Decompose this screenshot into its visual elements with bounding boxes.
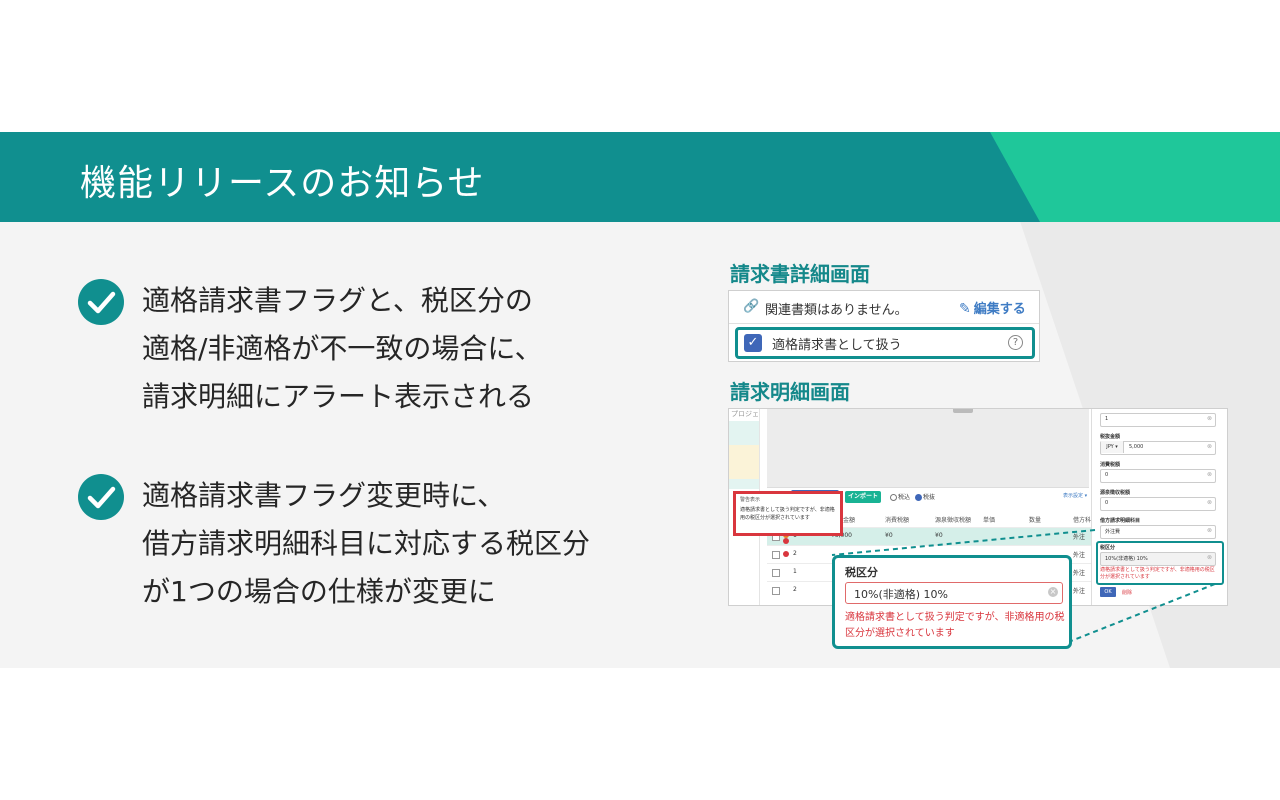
tax-category-error: 適格請求書として扱う判定ですが、非適格用の税区分が選択されています xyxy=(1100,567,1215,580)
warning-title: 警告表示 xyxy=(740,497,761,503)
tax-category-label: 税区分 xyxy=(1100,545,1116,551)
qualified-invoice-row: ✓ 適格請求書として扱う ? xyxy=(735,327,1035,359)
bullet-line: 請求明細にアラート表示される xyxy=(142,380,535,413)
error-icon xyxy=(783,538,789,544)
cell-account: 外注 xyxy=(1073,534,1086,541)
zoom-error-message: 適格請求書として扱う判定ですが、非適格用の税区分が選択されています xyxy=(845,612,1065,639)
detail-screen-heading: 請求書詳細画面 xyxy=(730,262,870,286)
edit-button[interactable]: ✎ 編集する xyxy=(959,298,1026,317)
preview-handle[interactable] xyxy=(953,409,973,413)
currency-select[interactable]: JPY ▾ xyxy=(1101,441,1124,453)
bullet-text: 適格請求書フラグと、税区分の 適格/非適格が不一致の場合に、 請求明細にアラート… xyxy=(142,277,682,421)
tax-category-value: 10%(非適格) 10% xyxy=(1105,556,1148,562)
amount-label: 税抜金額 xyxy=(1100,434,1121,440)
withholding-value: 0 xyxy=(1105,500,1109,506)
warning-callout: 警告表示 適格請求書として扱う判定ですが、非適格用の税区分が選択されています xyxy=(733,491,843,536)
edit-label: 編集する xyxy=(973,302,1026,317)
bullet-text: 適格請求書フラグ変更時に、 借方請求明細科目に対応する税区分 が1つの場合の仕様… xyxy=(142,472,682,616)
clear-icon[interactable]: ⊗ xyxy=(1207,443,1212,450)
quantity-field[interactable]: 1 ⊗ xyxy=(1100,413,1216,427)
invoice-detail-screenshot: 🔗 関連書類はありません。 ✎ 編集する ✓ 適格請求書として扱う ? xyxy=(728,290,1040,362)
account-select[interactable]: 外注費 ⊗ xyxy=(1100,525,1216,539)
announcement-slide: 機能リリースのお知らせ 適格請求書フラグと、税区分の 適格/非適格が不一致の場合… xyxy=(0,132,1280,668)
row-checkbox[interactable] xyxy=(772,551,780,559)
tax-mode-radio-group: 税込 税抜 xyxy=(887,492,935,501)
row-number: 1 xyxy=(793,568,797,575)
tax-label: 消費税額 xyxy=(1100,462,1121,468)
side-row xyxy=(729,421,759,445)
amount-value: 5,000 xyxy=(1129,444,1144,450)
help-icon[interactable]: ? xyxy=(1008,335,1023,350)
bullet-line: 適格/非適格が不一致の場合に、 xyxy=(142,332,543,365)
qualified-invoice-label: 適格請求書として扱う xyxy=(772,338,902,353)
cell-tax: ¥0 xyxy=(885,532,893,539)
slide-title: 機能リリースのお知らせ xyxy=(80,163,485,204)
document-preview xyxy=(767,409,1089,488)
tax-category-zoom: 税区分 10%(非適格) 10% × 適格請求書として扱う判定ですが、非適格用の… xyxy=(832,555,1072,649)
clear-icon[interactable]: ⊗ xyxy=(1207,471,1212,478)
side-row xyxy=(729,445,759,479)
radio-tax-included[interactable] xyxy=(890,494,897,501)
link-icon: 🔗 xyxy=(743,299,760,314)
cell-account: 外注 xyxy=(1073,570,1086,577)
row-checkbox[interactable] xyxy=(772,569,780,577)
row-number: 2 xyxy=(793,550,797,557)
import-button[interactable]: インポート xyxy=(845,491,881,503)
zoom-tax-category-select[interactable]: 10%(非適格) 10% × xyxy=(845,582,1063,604)
line-edit-panel: 1 ⊗ 税抜金額 JPY ▾ 5,000 ⊗ 消費税額 0 ⊗ 源泉徴収税額 0… xyxy=(1091,409,1226,605)
cell-account: 外注 xyxy=(1073,588,1086,595)
side-column-label: プロジェ xyxy=(731,410,759,418)
clear-icon[interactable]: ⊗ xyxy=(1207,415,1212,422)
column-header: 消費税額 xyxy=(885,517,910,524)
bullet-line: が1つの場合の仕様が変更に xyxy=(142,575,496,608)
display-settings-link[interactable]: 表示設定 ▾ xyxy=(1063,492,1087,499)
clear-icon[interactable]: × xyxy=(1048,587,1058,597)
cell-account: 外注 xyxy=(1073,552,1086,559)
delete-link[interactable]: 削除 xyxy=(1122,589,1132,596)
column-header: 数量 xyxy=(1029,517,1042,524)
account-label: 借方請求明細科目 xyxy=(1100,518,1141,524)
withholding-label: 源泉徴収税額 xyxy=(1100,490,1131,496)
lines-screen-heading: 請求明細画面 xyxy=(730,380,850,404)
withholding-field[interactable]: 0 ⊗ xyxy=(1100,497,1216,511)
clear-icon[interactable]: ⊗ xyxy=(1207,499,1212,506)
row-checkbox[interactable] xyxy=(772,587,780,595)
check-circle-icon xyxy=(78,474,124,520)
zoom-tax-category-value: 10%(非適格) 10% xyxy=(854,588,948,601)
quantity-value: 1 xyxy=(1105,416,1109,422)
radio-tax-included-label: 税込 xyxy=(898,494,911,501)
radio-tax-excluded[interactable] xyxy=(914,494,922,501)
title-banner: 機能リリースのお知らせ xyxy=(0,132,1280,222)
bullet-line: 適格請求書フラグ変更時に、 xyxy=(142,479,506,512)
clear-icon[interactable]: ⊗ xyxy=(1207,527,1212,534)
bullet-line: 借方請求明細科目に対応する税区分 xyxy=(142,527,591,560)
tax-value: 0 xyxy=(1105,472,1109,478)
error-icon xyxy=(783,551,789,557)
qualified-invoice-checkbox[interactable]: ✓ xyxy=(744,334,762,352)
radio-tax-excluded-label: 税抜 xyxy=(922,494,935,501)
column-header: 単価 xyxy=(983,517,996,524)
related-documents-text: 関連書類はありません。 xyxy=(765,303,908,318)
edit-icon: ✎ xyxy=(959,301,971,317)
side-row xyxy=(729,479,759,489)
row-number: 2 xyxy=(793,586,797,593)
related-documents-row: 🔗 関連書類はありません。 ✎ 編集する xyxy=(729,291,1039,324)
tax-field[interactable]: 0 ⊗ xyxy=(1100,469,1216,483)
cell-withholding: ¥0 xyxy=(935,532,943,539)
tax-category-select[interactable]: 10%(非適格) 10% ⊗ xyxy=(1100,552,1216,566)
bullet-line: 適格請求書フラグと、税区分の xyxy=(142,284,533,317)
column-header: 源泉徴収税額 xyxy=(935,517,972,524)
warning-message: 適格請求書として扱う判定ですが、非適格用の税区分が選択されています xyxy=(740,507,835,521)
ok-button[interactable]: OK xyxy=(1100,587,1116,597)
account-value: 外注費 xyxy=(1105,529,1121,535)
amount-field[interactable]: JPY ▾ 5,000 ⊗ xyxy=(1100,441,1216,455)
check-circle-icon xyxy=(78,279,124,325)
zoom-tax-category-label: 税区分 xyxy=(845,566,878,579)
clear-icon[interactable]: ⊗ xyxy=(1207,554,1212,561)
